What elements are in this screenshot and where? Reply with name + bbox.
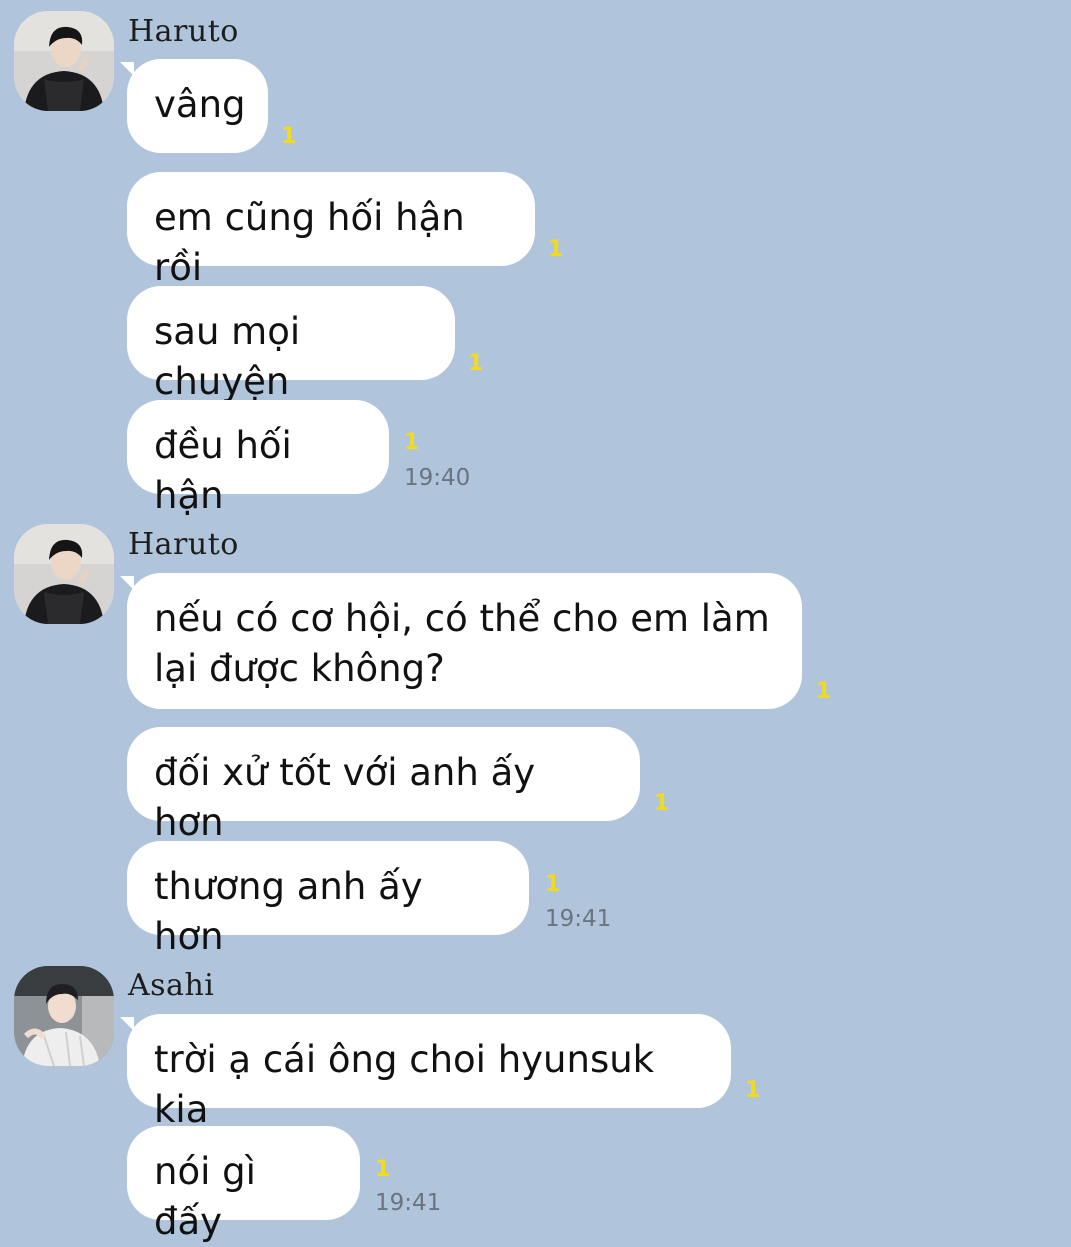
read-count: 1 [745,1078,761,1103]
message-bubble[interactable]: đều hối hận [127,400,389,517]
message-bubble[interactable]: thương anh ấy hơn [127,841,529,958]
read-count: 1 [548,237,564,262]
sender-name: Asahi [128,968,215,1003]
timestamp: 19:41 [375,1190,442,1216]
read-count: 1 [281,124,297,149]
message-bubble[interactable]: nói gì đấy [127,1126,360,1243]
message-bubble[interactable]: trời ạ cái ông choi hyunsuk kia [127,1014,731,1131]
avatar-asahi[interactable] [14,966,114,1066]
read-count: 1 [654,791,670,816]
message-bubble[interactable]: em cũng hối hận rồi [127,172,535,289]
message-bubble[interactable]: vâng [127,59,268,153]
message-bubble[interactable]: sau mọi chuyện [127,286,455,403]
read-count: 1 [375,1157,391,1182]
timestamp: 19:40 [404,465,471,491]
message-bubble[interactable]: đối xử tốt với anh ấy hơn [127,727,640,844]
message-bubble[interactable]: nếu có cơ hội, có thể cho em làm lại đượ… [127,573,802,709]
read-count: 1 [468,351,484,376]
avatar-haruto[interactable] [14,11,114,111]
sender-name: Haruto [128,14,239,49]
avatar-haruto[interactable] [14,524,114,624]
read-count: 1 [404,430,420,455]
read-count: 1 [545,872,561,897]
timestamp: 19:41 [545,906,612,932]
read-count: 1 [816,679,832,704]
sender-name: Haruto [128,527,239,562]
